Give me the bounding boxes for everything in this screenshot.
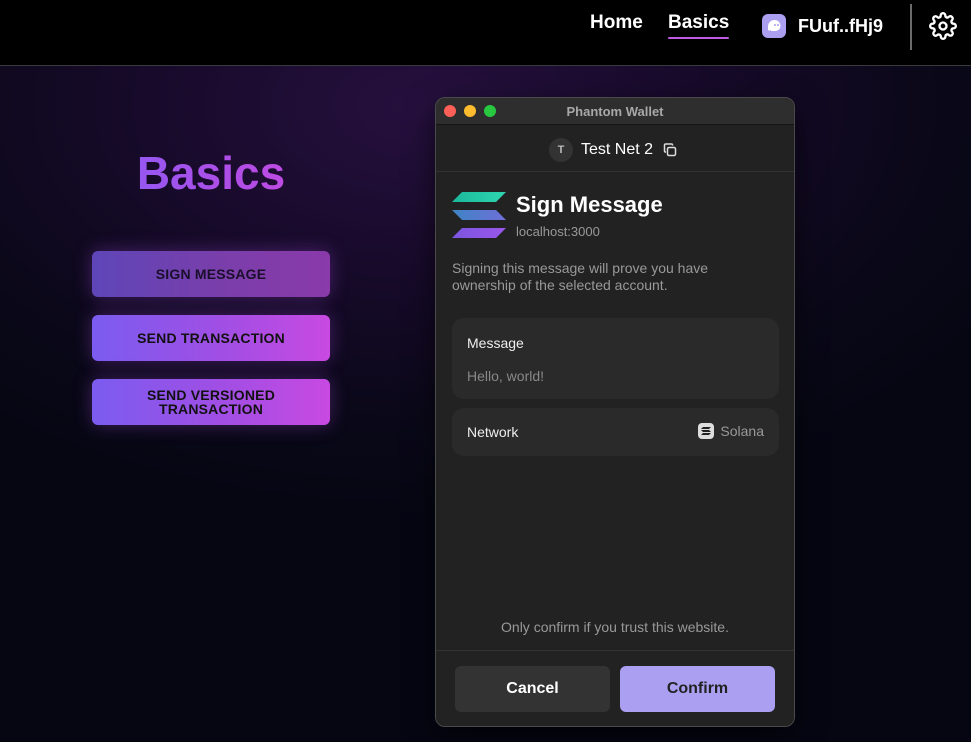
wallet-address-button[interactable]: FUuf..fHj9	[762, 13, 883, 39]
network-label: Network	[467, 424, 519, 440]
copy-icon[interactable]	[663, 143, 677, 157]
account-bar: T Test Net 2	[436, 126, 794, 172]
solana-logo-icon	[452, 190, 506, 242]
wallet-address-text: FUuf..fHj9	[798, 15, 883, 36]
popup-footer: Cancel Confirm	[436, 650, 794, 726]
nav-basics-link[interactable]: Basics	[668, 12, 730, 39]
network-name: Solana	[720, 423, 764, 439]
message-text: Hello, world!	[467, 368, 545, 384]
send-transaction-button[interactable]: SEND TRANSACTION	[92, 315, 330, 361]
cancel-button[interactable]: Cancel	[455, 666, 610, 712]
account-name: Test Net 2	[581, 141, 654, 158]
account-avatar: T	[549, 138, 573, 162]
trust-warning: Only confirm if you trust this website.	[501, 619, 729, 635]
phantom-wallet-popup: Phantom Wallet T Test Net 2 Sign Message…	[435, 97, 795, 727]
message-card: Message Hello, world!	[452, 318, 779, 399]
request-description: Signing this message will prove you have…	[452, 260, 709, 293]
phantom-ghost-icon	[762, 14, 786, 38]
page-title: Basics	[92, 146, 330, 200]
network-card: Network Solana	[452, 408, 779, 456]
top-nav: Home Basics FUuf..fHj9	[0, 0, 971, 66]
nav-home-link[interactable]: Home	[590, 12, 643, 34]
request-title: Sign Message	[516, 192, 663, 217]
confirm-button[interactable]: Confirm	[620, 666, 775, 712]
window-title: Phantom Wallet	[566, 104, 664, 119]
request-origin: localhost:3000	[516, 224, 600, 239]
solana-network-icon	[698, 423, 715, 439]
account-selector[interactable]: T Test Net 2	[549, 138, 677, 162]
window-titlebar: Phantom Wallet	[436, 98, 794, 125]
message-label: Message	[467, 335, 524, 351]
network-value: Solana	[698, 423, 764, 439]
send-versioned-transaction-button[interactable]: SEND VERSIONED TRANSACTION	[92, 379, 330, 425]
nav-divider	[910, 4, 912, 50]
sign-message-button[interactable]: SIGN MESSAGE	[92, 251, 330, 297]
gear-icon[interactable]	[929, 12, 957, 40]
